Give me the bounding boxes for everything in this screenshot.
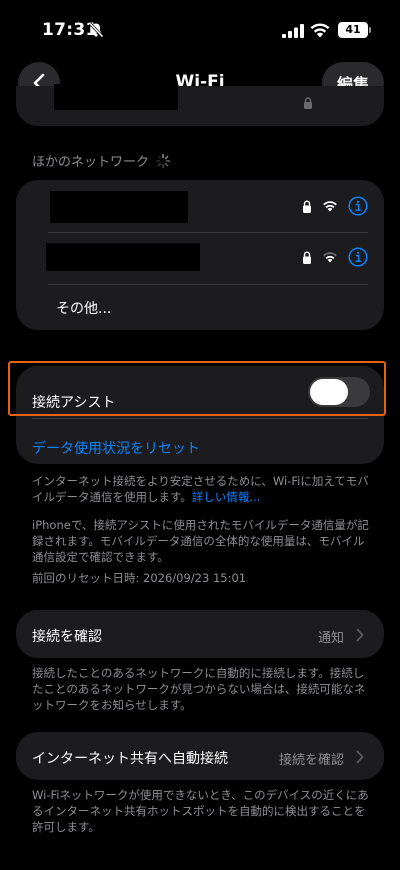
other-networks-card: その他... [16, 180, 384, 330]
lock-icon [303, 251, 311, 264]
redacted-network-name [50, 191, 188, 223]
wifi-strength-icon [323, 201, 337, 212]
cellular-signal-icon [282, 24, 304, 38]
wifi-status-icon [310, 23, 330, 38]
divider [32, 418, 368, 419]
confirm-connection-row[interactable]: 接続を確認 通知 [16, 610, 384, 658]
status-bar: 17:31 41 [0, 0, 400, 56]
redacted-network-name [46, 243, 200, 271]
assist-footnote-1: インターネット接続をより安定させるために、Wi-Fiに加えてモバイルデータ通信を… [32, 473, 372, 505]
divider [48, 284, 368, 285]
auto-join-hotspot-label: インターネット共有へ自動接続 [32, 751, 228, 767]
lock-icon [303, 200, 311, 213]
battery-indicator: 41 [338, 22, 368, 38]
chevron-right-icon [356, 750, 364, 764]
info-icon[interactable] [348, 247, 368, 267]
other-networks-header: ほかのネットワーク [32, 151, 171, 170]
confirm-connection-label: 接続を確認 [32, 629, 102, 645]
chevron-right-icon [356, 628, 364, 642]
info-icon[interactable] [348, 196, 368, 216]
battery-tip [369, 27, 371, 33]
lock-icon [304, 97, 312, 109]
highlight-annotation [8, 361, 386, 416]
bell-off-icon [88, 22, 104, 38]
confirm-footnote: 接続したことのあるネットワークに自動的に接続します。接続したことのあるネットワー… [32, 666, 366, 712]
hotspot-footnote: Wi-Fiネットワークが使用できないとき、このデバイスの近くにあるインターネット… [32, 788, 369, 834]
other-network-button[interactable]: その他... [56, 298, 111, 318]
learn-more-link[interactable]: 詳しい情報... [192, 490, 260, 504]
redacted-network-name [54, 84, 178, 110]
confirm-connection-value: 通知 [317, 631, 344, 646]
assist-footnote-2: iPhoneで、接続アシストに使用されたモバイルデータ通信量が記録されます。モバ… [32, 518, 369, 564]
auto-join-hotspot-row[interactable]: インターネット共有へ自動接続 接続を確認 [16, 732, 384, 780]
network-row-2[interactable] [16, 232, 384, 284]
network-row-1[interactable] [16, 180, 384, 232]
reset-data-usage-link[interactable]: データ使用状況をリセット [32, 438, 200, 458]
auto-join-hotspot-value: 接続を確認 [278, 753, 344, 768]
loading-spinner-icon [155, 153, 171, 168]
last-reset-text: 前回のリセット日時: 2026/09/23 15:01 [32, 571, 247, 585]
wifi-strength-icon [323, 252, 337, 263]
other-networks-title: ほかのネットワーク [32, 155, 150, 170]
